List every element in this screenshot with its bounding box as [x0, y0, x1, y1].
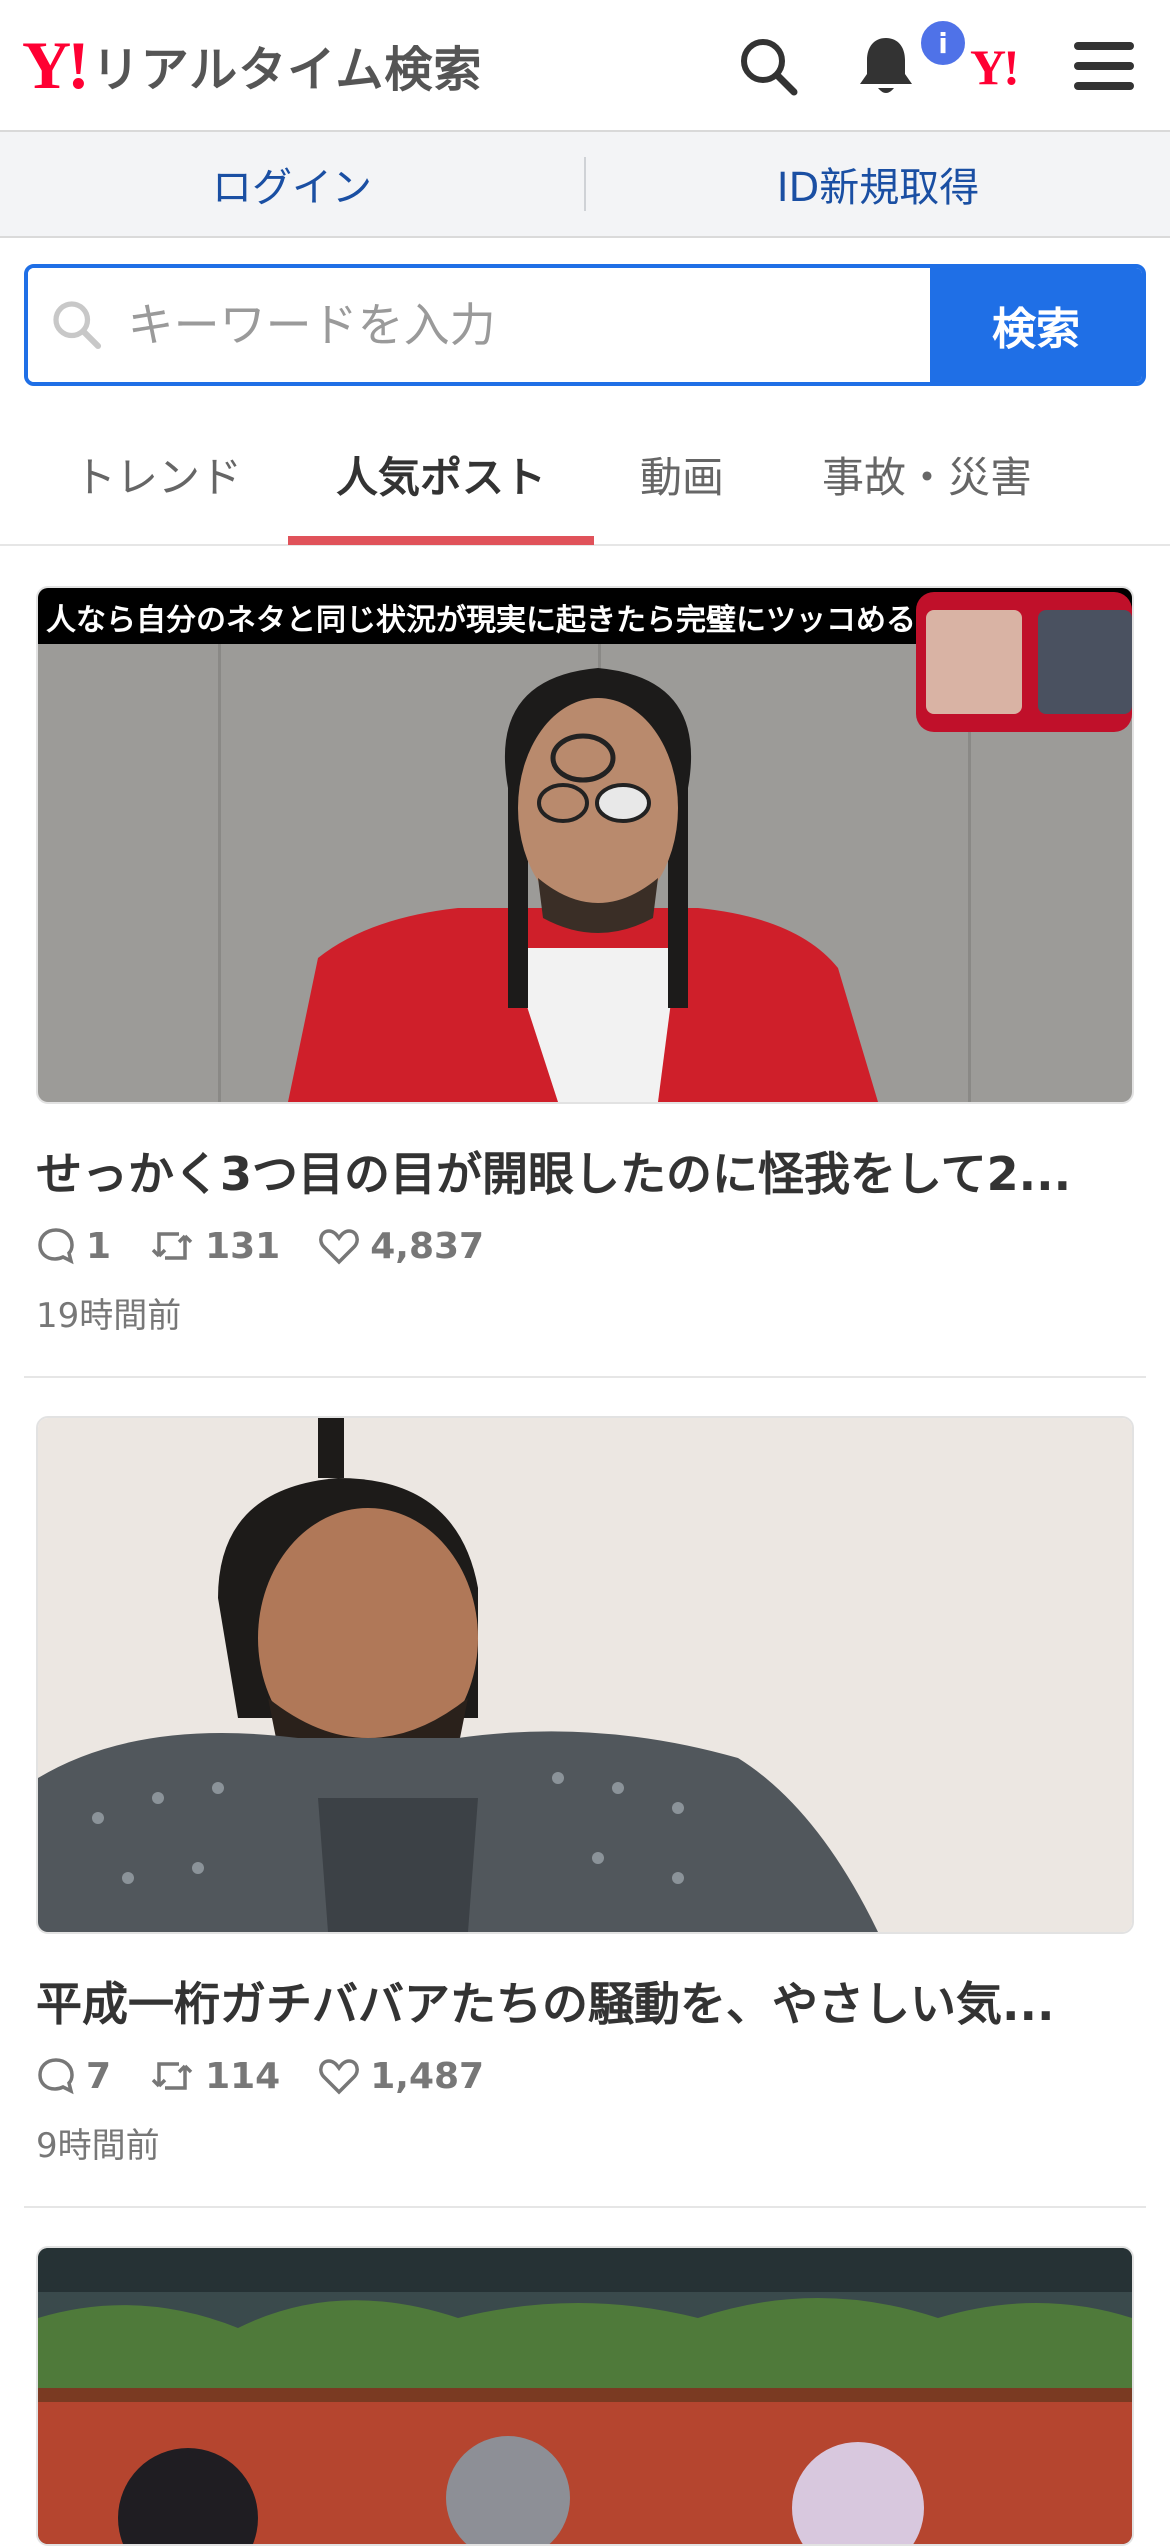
post-title[interactable]: 平成一桁ガチババアたちの騒動を、やさしい気... [36, 1968, 1134, 2034]
yahoo-japan-link-icon[interactable]: Y! [970, 38, 1020, 96]
repost-count-value: 131 [205, 1225, 281, 1267]
auth-bar: ログイン ID新規取得 [0, 132, 1170, 238]
tab-popular-posts[interactable]: 人気ポスト [336, 444, 546, 505]
category-tabs: トレンド 人気ポスト 動画 事故・災害 [0, 400, 1170, 546]
tab-videos[interactable]: 動画 [640, 444, 724, 505]
post-stats: 1 131 4,837 [36, 1220, 522, 1272]
register-link[interactable]: ID新規取得 [586, 155, 1170, 213]
yahoo-realtime-logo[interactable]: Y! リアルタイム検索 [22, 30, 482, 100]
tab-trend[interactable]: トレンド [74, 444, 242, 505]
search-field[interactable] [28, 268, 930, 382]
like-count[interactable]: 4,837 [318, 1226, 484, 1267]
like-count[interactable]: 1,487 [318, 2056, 484, 2097]
repost-count[interactable]: 114 [149, 2056, 280, 2097]
post-thumbnail-image: 人なら自分のネタと同じ状況が現実に起きたら完璧にツッコめる説 [38, 588, 1132, 1102]
app-header: Y! リアルタイム検索 i Y! [0, 0, 1170, 132]
reply-count[interactable]: 7 [36, 2056, 111, 2097]
post-thumbnail-image [38, 1418, 1132, 1932]
post-timestamp: 19時間前 [36, 1296, 182, 1336]
reply-count-value: 7 [86, 2055, 112, 2097]
repost-icon [151, 2062, 193, 2090]
login-link[interactable]: ログイン [0, 155, 584, 213]
repost-count-value: 114 [205, 2055, 281, 2097]
post-thumbnail[interactable] [36, 1416, 1134, 1934]
search-field-icon [28, 297, 126, 353]
repost-icon [151, 1232, 193, 1260]
post-stats: 7 114 1,487 [36, 2050, 522, 2102]
thumbnail-caption: 人なら自分のネタと同じ状況が現実に起きたら完璧にツッコめる説 [46, 603, 946, 638]
heart-icon [319, 1229, 360, 1265]
post-timestamp: 9時間前 [36, 2126, 160, 2166]
post-thumbnail[interactable]: 人なら自分のネタと同じ状況が現実に起きたら完璧にツッコめる説 [36, 586, 1134, 1104]
like-count-value: 1,487 [370, 2055, 485, 2097]
like-count-value: 4,837 [370, 1225, 485, 1267]
reply-count[interactable]: 1 [36, 1226, 111, 1267]
repost-count[interactable]: 131 [149, 1226, 280, 1267]
active-tab-indicator [288, 536, 594, 545]
post-title[interactable]: せっかく3つ目の目が開眼したのに怪我をして2... [36, 1138, 1134, 1204]
site-title: リアルタイム検索 [91, 42, 483, 98]
search-bar: 検索 [24, 264, 1146, 386]
post-thumbnail[interactable] [36, 2246, 1134, 2546]
reply-icon [38, 1228, 74, 1265]
bell-icon[interactable] [848, 28, 924, 104]
hamburger-menu-icon[interactable] [1066, 28, 1142, 104]
tab-accidents-disasters[interactable]: 事故・災害 [822, 444, 1032, 505]
post-divider [24, 1376, 1146, 1378]
post-divider [24, 2206, 1146, 2208]
post-thumbnail-image [38, 2248, 1132, 2544]
reply-count-value: 1 [86, 1225, 112, 1267]
heart-icon [319, 2059, 360, 2095]
search-input[interactable] [125, 297, 930, 353]
search-button[interactable]: 検索 [930, 268, 1142, 382]
yahoo-logo-mark: Y! [22, 27, 90, 103]
reply-icon [38, 2058, 74, 2095]
notification-badge: i [918, 18, 968, 68]
search-icon[interactable] [730, 28, 806, 104]
